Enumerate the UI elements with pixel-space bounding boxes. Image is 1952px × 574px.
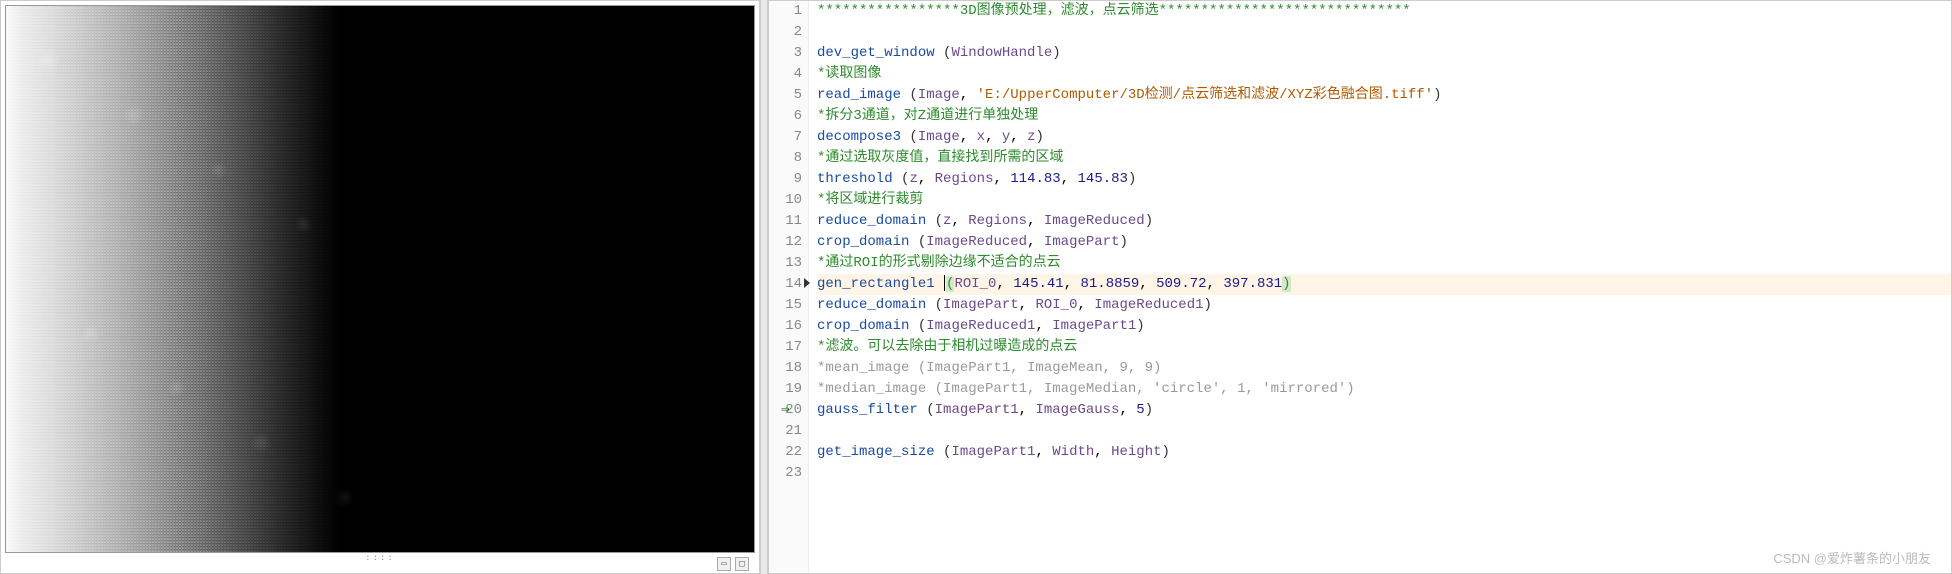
code-line[interactable]: threshold (z, Regions, 114.83, 145.83) (817, 169, 1951, 190)
vertical-splitter[interactable] (760, 0, 768, 574)
code-line[interactable] (817, 421, 1951, 442)
line-number: 3 (769, 43, 802, 64)
line-number: 11 (769, 211, 802, 232)
code-line[interactable]: get_image_size (ImagePart1, Width, Heigh… (817, 442, 1951, 463)
code-line[interactable]: ⇒gauss_filter (ImagePart1, ImageGauss, 5… (817, 400, 1951, 421)
code-line[interactable] (817, 463, 1951, 484)
noise-texture (6, 6, 431, 552)
viewer-toolbar: ▭ □ (717, 557, 749, 571)
code-line[interactable]: gen_rectangle1 (ROI_0, 145.41, 81.8859, … (817, 274, 1951, 295)
line-number: 6 (769, 106, 802, 127)
code-line[interactable]: *拆分3通道，对Z通道进行单独处理 (817, 106, 1951, 127)
code-line[interactable]: decompose3 (Image, x, y, z) (817, 127, 1951, 148)
execution-arrow-icon: ⇒ (781, 400, 789, 421)
line-number: 12 (769, 232, 802, 253)
line-number: 2 (769, 22, 802, 43)
code-line[interactable]: *****************3D图像预处理，滤波，点云筛选********… (817, 1, 1951, 22)
program-counter-icon (804, 278, 810, 288)
code-line[interactable]: *通过ROI的形式剔除边缘不适合的点云 (817, 253, 1951, 274)
tool-icon-1[interactable]: ▭ (717, 557, 731, 571)
code-line[interactable]: *将区域进行裁剪 (817, 190, 1951, 211)
line-number: 5 (769, 85, 802, 106)
code-line[interactable]: *读取图像 (817, 64, 1951, 85)
image-viewer-panel: :::: ▭ □ (0, 0, 760, 574)
line-number: 13 (769, 253, 802, 274)
image-canvas[interactable] (5, 5, 755, 553)
line-number: 15 (769, 295, 802, 316)
text-cursor (944, 275, 945, 291)
line-number: 7 (769, 127, 802, 148)
line-number: 17 (769, 337, 802, 358)
code-content[interactable]: *****************3D图像预处理，滤波，点云筛选********… (809, 1, 1951, 573)
line-number: 22 (769, 442, 802, 463)
code-editor[interactable]: 1234567891011121314151617181920212223 **… (769, 1, 1951, 573)
line-number: 19 (769, 379, 802, 400)
code-line[interactable]: *滤波。可以去除由于相机过曝造成的点云 (817, 337, 1951, 358)
line-number: 8 (769, 148, 802, 169)
code-line[interactable]: dev_get_window (WindowHandle) (817, 43, 1951, 64)
line-number: 1 (769, 1, 802, 22)
code-line[interactable]: *通过选取灰度值，直接找到所需的区域 (817, 148, 1951, 169)
line-number: 4 (769, 64, 802, 85)
code-line[interactable]: *mean_image (ImagePart1, ImageMean, 9, 9… (817, 358, 1951, 379)
panel-resize-handle[interactable]: :::: (5, 553, 755, 563)
code-line[interactable]: reduce_domain (z, Regions, ImageReduced) (817, 211, 1951, 232)
line-number: 18 (769, 358, 802, 379)
line-number: 21 (769, 421, 802, 442)
code-line[interactable] (817, 22, 1951, 43)
line-number: 10 (769, 190, 802, 211)
line-number: 9 (769, 169, 802, 190)
code-line[interactable]: crop_domain (ImageReduced, ImagePart) (817, 232, 1951, 253)
code-line[interactable]: crop_domain (ImageReduced1, ImagePart1) (817, 316, 1951, 337)
code-line[interactable]: *median_image (ImagePart1, ImageMedian, … (817, 379, 1951, 400)
code-line[interactable]: read_image (Image, 'E:/UpperComputer/3D检… (817, 85, 1951, 106)
line-number: 23 (769, 463, 802, 484)
line-number-gutter: 1234567891011121314151617181920212223 (769, 1, 809, 573)
line-number: 14 (769, 274, 802, 295)
line-number: 16 (769, 316, 802, 337)
code-line[interactable]: reduce_domain (ImagePart, ROI_0, ImageRe… (817, 295, 1951, 316)
code-editor-panel: 1234567891011121314151617181920212223 **… (768, 0, 1952, 574)
tool-icon-2[interactable]: □ (735, 557, 749, 571)
